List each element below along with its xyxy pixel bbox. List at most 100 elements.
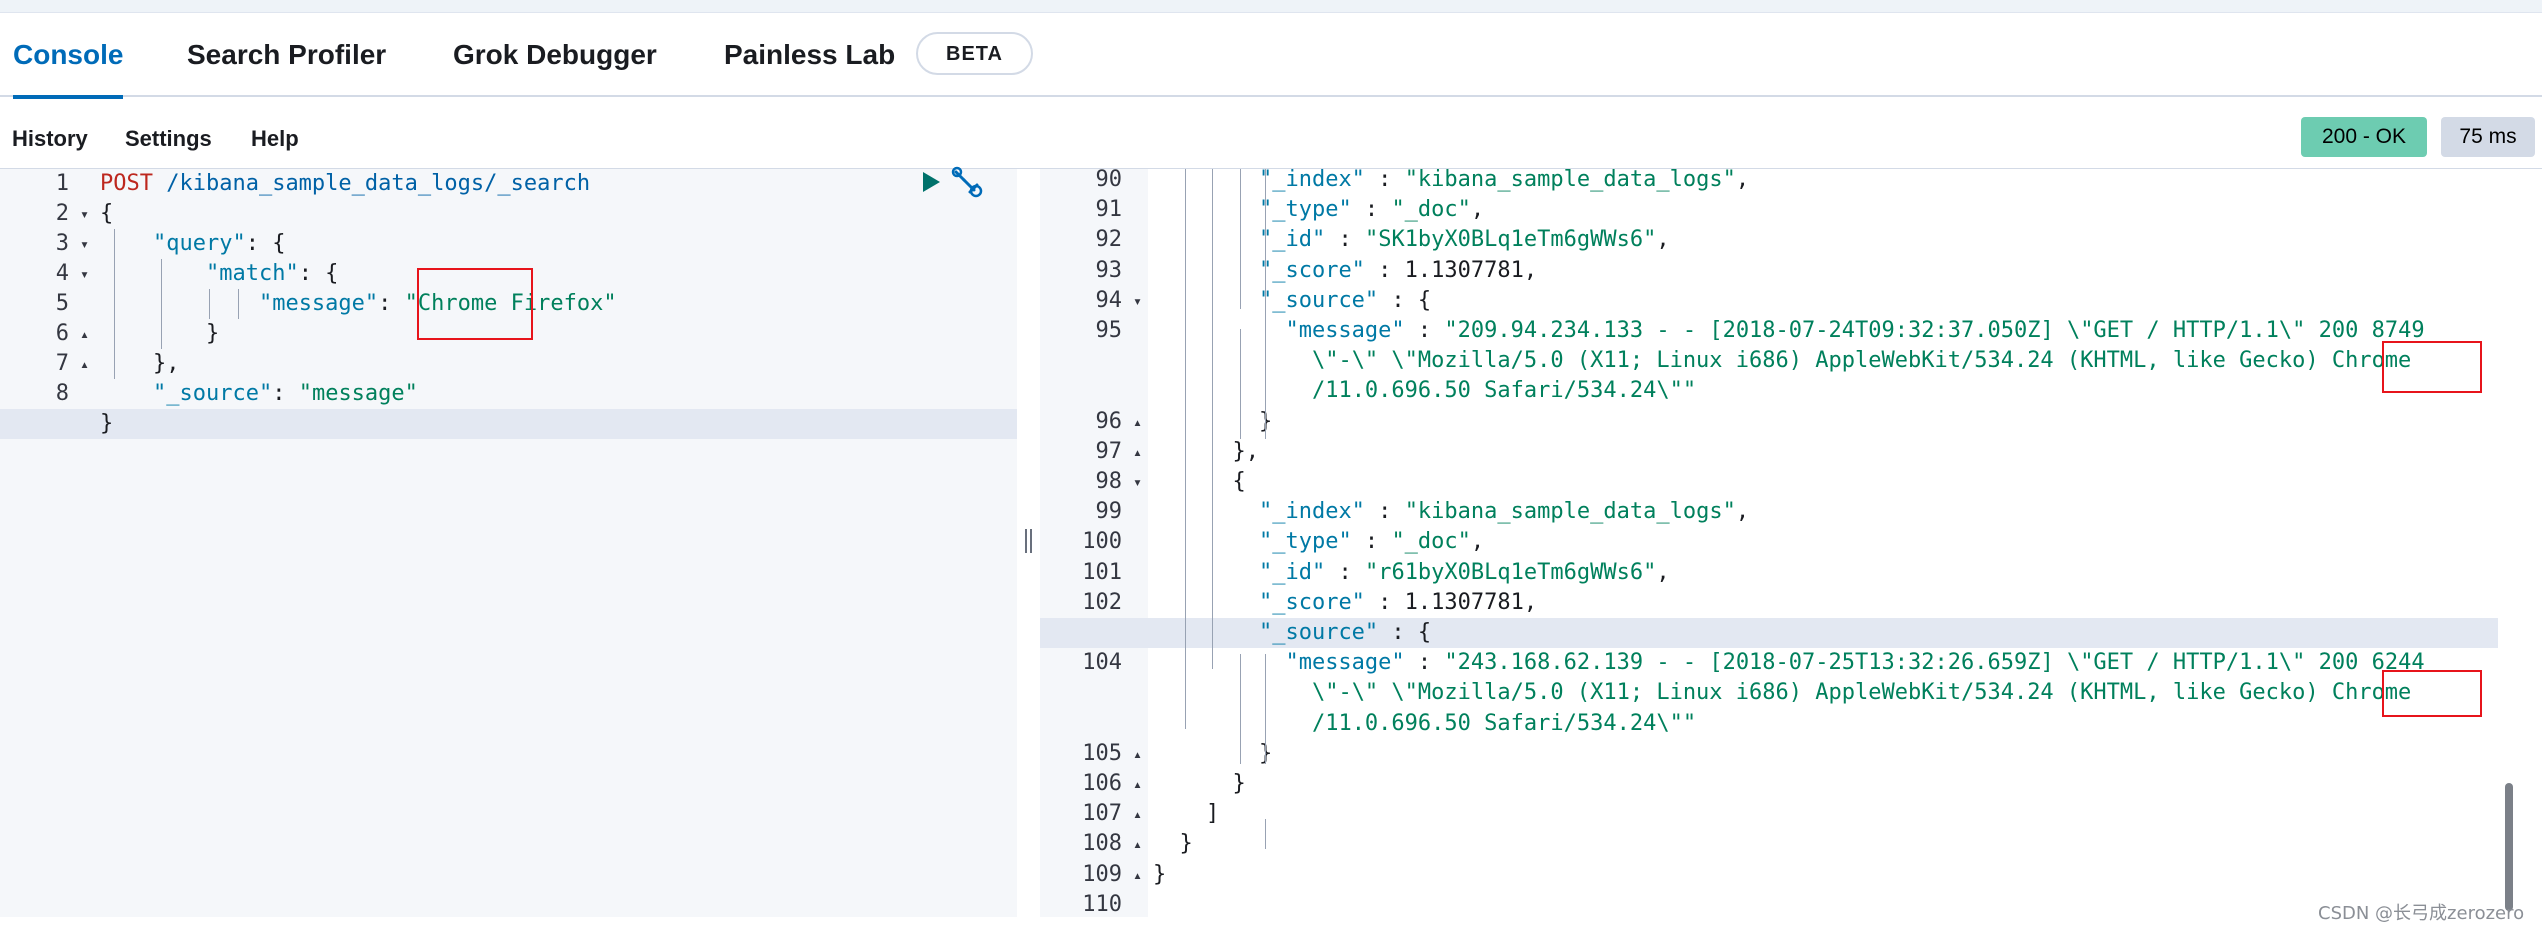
settings-link[interactable]: Settings: [125, 97, 212, 169]
line-number: 8: [0, 379, 95, 409]
response-viewer[interactable]: 9091929394▾9596▴97▴98▾99100101102103▾104…: [1040, 169, 2542, 917]
tab-grok-debugger[interactable]: Grok Debugger: [453, 13, 657, 97]
indent-guide: [1240, 169, 1241, 309]
line-number: 93: [1040, 256, 1148, 286]
code-line: "_type" : "_doc",: [1153, 527, 1484, 557]
tab-painless-lab[interactable]: Painless Lab: [724, 13, 895, 97]
fold-close-icon[interactable]: ▴: [1133, 860, 1142, 890]
code-token: "match": [205, 261, 299, 286]
line-number: 105 ▴: [1040, 739, 1148, 769]
watermark: CSDN @长弓成zerozero: [2318, 903, 2525, 924]
fold-close-icon[interactable]: ▴: [1133, 799, 1142, 829]
line-number-text: 92: [1095, 227, 1123, 253]
code-line: "_score" : 1.1307781,: [1153, 588, 1537, 618]
code-token: }: [1153, 831, 1193, 857]
code-token: :: [1404, 318, 1445, 343]
line-number: 100: [1040, 527, 1148, 557]
fold-open-icon[interactable]: ▾: [80, 259, 89, 289]
code-token: "_source": [1258, 287, 1379, 313]
top-strip: [0, 0, 2542, 13]
fold-close-icon[interactable]: ▴: [1133, 739, 1142, 769]
code-line: },: [1153, 437, 1259, 467]
fold-open-icon[interactable]: ▾: [80, 199, 89, 229]
code-line: "_source": "message": [100, 379, 418, 409]
code-token: :: [1364, 169, 1405, 192]
highlight-box-chrome-2: [2382, 670, 2482, 717]
fold-open-icon[interactable]: ▾: [1133, 286, 1142, 316]
play-icon[interactable]: [920, 170, 942, 194]
line-number-text: 91: [1095, 197, 1123, 223]
code-token: "_id": [1258, 227, 1326, 253]
line-number: [1040, 678, 1148, 708]
help-link[interactable]: Help: [251, 97, 299, 169]
line-number-text: 5: [55, 291, 69, 316]
tab-console[interactable]: Console: [13, 13, 124, 99]
response-scrollbar[interactable]: [2505, 783, 2513, 911]
fold-close-icon[interactable]: ▴: [1133, 437, 1142, 467]
code-token: ,: [1470, 197, 1485, 223]
wrench-icon[interactable]: [950, 166, 984, 198]
code-token: : 1.1307781,: [1364, 257, 1538, 283]
code-token: },: [100, 351, 180, 376]
line-number-text: 98: [1095, 469, 1123, 494]
line-number: 106 ▴: [1040, 769, 1148, 799]
line-number-text: 109: [1082, 861, 1122, 887]
code-token: "message": [258, 291, 379, 316]
line-number: 92: [1040, 225, 1148, 255]
line-number: 98 ▾: [1040, 467, 1148, 497]
line-number: 95: [1040, 316, 1148, 346]
code-token: "_id": [1258, 559, 1326, 585]
fold-open-icon[interactable]: ▾: [80, 229, 89, 259]
line-number: 97 ▴: [1040, 437, 1148, 467]
code-line: {: [100, 199, 113, 229]
line-number: 94 ▾: [1040, 286, 1148, 316]
line-number: 99: [1040, 497, 1148, 527]
code-token: "query": [152, 231, 246, 256]
code-token: "SK1byX0BLq1eTm6gWWs6": [1364, 227, 1657, 253]
code-line: "_source" : {: [1153, 618, 1431, 648]
fold-close-icon[interactable]: ▴: [80, 319, 89, 349]
indent-guide: [1240, 654, 1241, 764]
line-number-text: 3: [55, 231, 69, 256]
active-line-highlight: [0, 409, 1017, 439]
line-number-text: 102: [1082, 589, 1122, 615]
code-token: "_type": [1258, 197, 1352, 223]
fold-close-icon[interactable]: ▴: [1133, 829, 1142, 859]
fold-close-icon[interactable]: ▴: [80, 349, 89, 379]
code-token: }: [1153, 740, 1273, 766]
drag-handle-icon[interactable]: [1024, 529, 1034, 553]
code-token: : {: [1378, 620, 1432, 645]
fold-open-icon[interactable]: ▾: [1133, 467, 1142, 497]
code-line: "message" : "209.94.234.133 - - [2018-07…: [1153, 316, 2424, 346]
line-number-text: 94: [1095, 287, 1123, 313]
code-token: :: [378, 291, 405, 316]
line-number-text: 2: [55, 201, 69, 226]
indent-guide: [1240, 329, 1241, 439]
history-link[interactable]: History: [12, 97, 88, 169]
line-number-text: 96: [1095, 408, 1123, 434]
line-number: [1040, 376, 1148, 406]
code-line: "match": {: [100, 259, 338, 289]
line-number: 90: [1040, 169, 1148, 195]
fold-close-icon[interactable]: ▴: [1133, 407, 1142, 437]
line-number-text: 108: [1082, 831, 1122, 857]
code-token: "kibana_sample_data_logs": [1404, 169, 1736, 192]
line-number: [1040, 346, 1148, 376]
line-number-text: 90: [1095, 169, 1123, 192]
line-number: 4 ▾: [0, 259, 95, 289]
code-line: "_index" : "kibana_sample_data_logs",: [1153, 169, 1749, 195]
code-token: "message": [1285, 318, 1405, 343]
fold-close-icon[interactable]: ▴: [1133, 769, 1142, 799]
line-number: 2 ▾: [0, 199, 95, 229]
line-number: 5: [0, 289, 95, 319]
code-line: POST /kibana_sample_data_logs/_search: [100, 169, 590, 199]
tab-search-profiler[interactable]: Search Profiler: [187, 13, 386, 97]
line-number-text: 7: [55, 351, 69, 376]
